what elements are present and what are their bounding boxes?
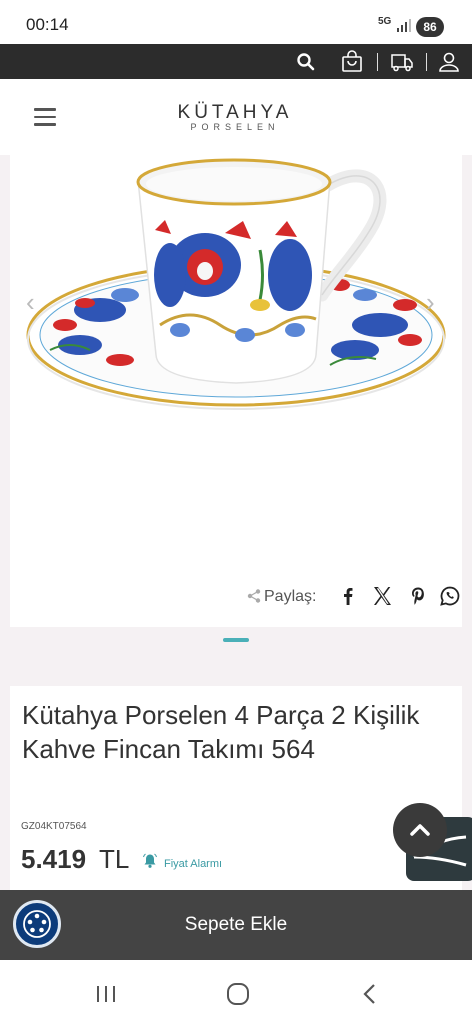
accessibility-icon [23,910,51,938]
bell-icon[interactable] [142,853,158,869]
product-code: GZ04KT07564 [21,821,87,832]
product-price: 5.419 [21,844,87,874]
battery-indicator: 86 [416,17,444,37]
toolbar-divider [426,53,427,71]
whatsapp-icon[interactable] [438,584,462,608]
recent-apps-icon[interactable] [92,980,120,1008]
product-title: Kütahya Porselen 4 Parça 2 Kişilik Kahve… [22,700,420,764]
signal-icon [397,19,411,32]
toolbar-divider [377,53,378,71]
site-header: KÜTAHYA PORSELEN [0,79,472,155]
share-label: Paylaş: [264,588,317,605]
product-page: 00:14 5G 86 KÜTAHYA PORSELEN ‹ › Paylaş:… [0,0,472,1024]
brand-logo-subtitle: PORSELEN [190,122,280,132]
status-bar: 00:14 5G 86 [0,0,472,44]
gallery-pagination-indicator[interactable] [223,638,249,642]
pinterest-icon[interactable] [406,584,430,608]
price-currency: TL [99,844,130,874]
product-info: Kütahya Porselen 4 Parça 2 Kişilik Kahve… [10,686,462,896]
scroll-to-top-button[interactable] [393,803,447,857]
product-image[interactable] [10,155,462,455]
back-icon[interactable] [356,980,384,1008]
accessibility-button[interactable] [13,900,61,948]
brand-logo[interactable]: KÜTAHYA [150,102,320,124]
share-icon [247,589,261,603]
network-type: 5G [378,16,392,27]
x-icon[interactable] [370,584,394,608]
shopping-bag-icon[interactable] [340,50,364,74]
price-alert-link[interactable]: Fiyat Alarmı [164,858,222,870]
facebook-icon[interactable] [336,584,360,608]
gallery-next-icon[interactable]: › [426,287,435,318]
home-icon[interactable] [224,980,252,1008]
chevron-up-icon [410,824,430,836]
search-icon[interactable] [294,50,318,74]
share-row: Paylaş: [246,583,460,611]
top-toolbar [0,44,472,79]
system-nav-bar [0,960,472,1024]
user-icon[interactable] [437,50,461,74]
status-time: 00:14 [26,15,69,34]
delivery-truck-icon[interactable] [390,50,414,74]
menu-icon[interactable] [34,108,56,126]
add-to-cart-button[interactable]: Sepete Ekle [0,914,472,936]
gallery-prev-icon[interactable]: ‹ [26,287,35,318]
product-gallery: ‹ › Paylaş: [10,155,462,627]
add-to-cart-bar: Sepete Ekle [0,890,472,960]
